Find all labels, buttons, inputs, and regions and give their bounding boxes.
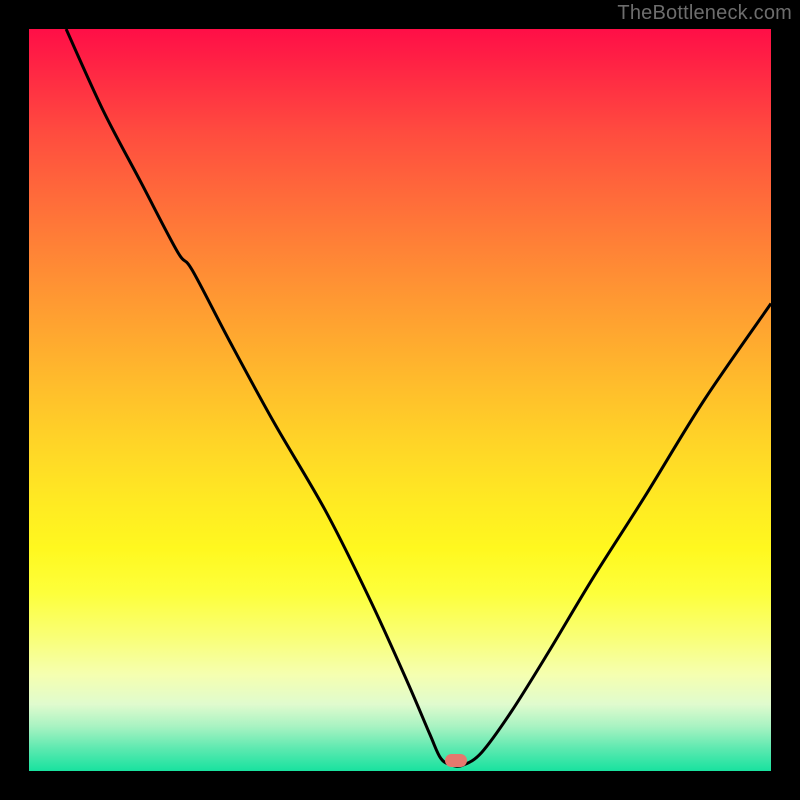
bottleneck-curve bbox=[29, 29, 771, 771]
plot-area bbox=[29, 29, 771, 771]
min-point-marker bbox=[445, 754, 467, 767]
chart-frame: TheBottleneck.com bbox=[0, 0, 800, 800]
watermark-text: TheBottleneck.com bbox=[617, 2, 792, 25]
